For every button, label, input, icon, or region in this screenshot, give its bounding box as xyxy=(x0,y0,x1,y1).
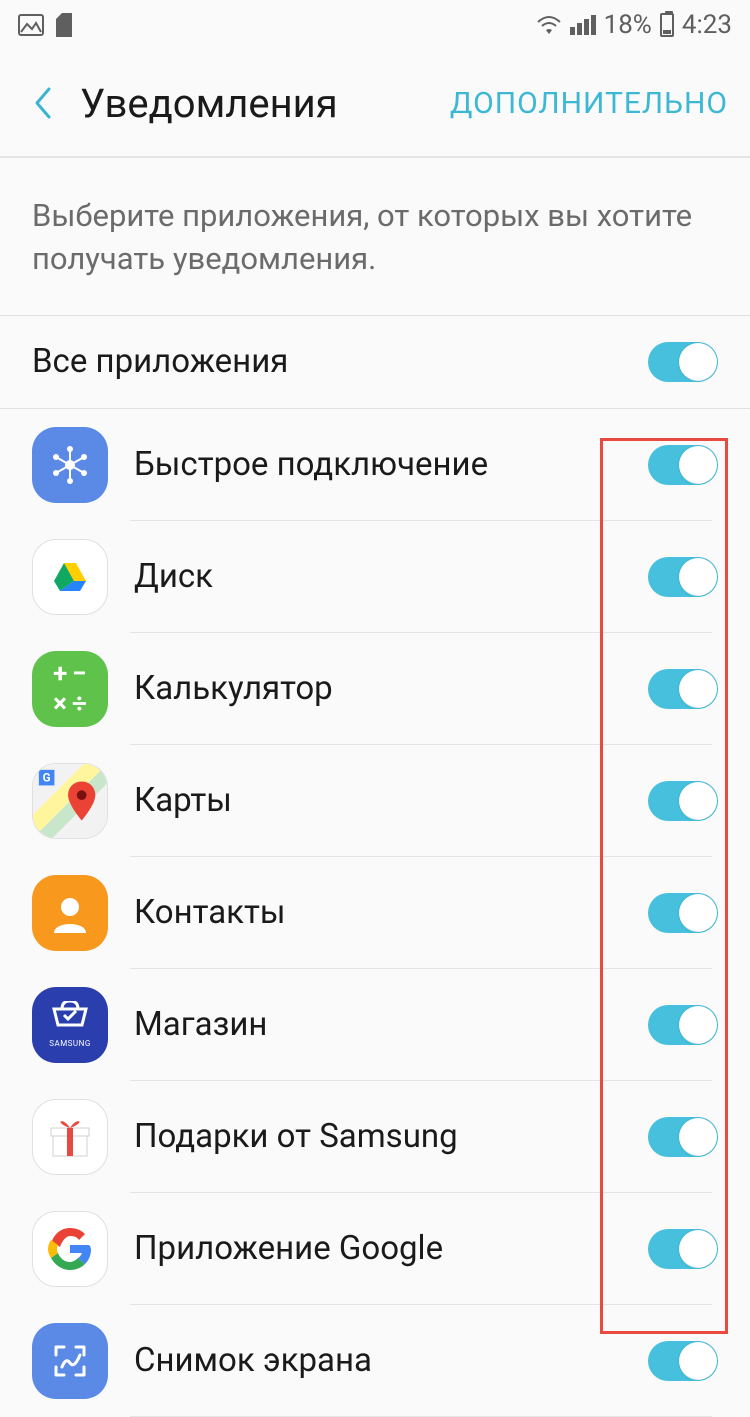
app-toggle[interactable] xyxy=(648,1005,718,1045)
wifi-icon xyxy=(536,14,562,36)
app-toggle[interactable] xyxy=(648,1341,718,1381)
app-row-calculator[interactable]: +−×÷ Калькулятор xyxy=(0,633,750,745)
app-row-gifts[interactable]: Подарки от Samsung xyxy=(0,1081,750,1193)
app-list: Быстрое подключение Диск +−×÷ Калькулято… xyxy=(0,409,750,1417)
status-time: 4:23 xyxy=(682,10,732,40)
battery-percentage: 18% xyxy=(604,10,652,40)
svg-text:G: G xyxy=(43,770,51,784)
drive-icon xyxy=(32,539,108,615)
app-label: Диск xyxy=(134,557,648,596)
app-toggle[interactable] xyxy=(648,781,718,821)
app-toggle[interactable] xyxy=(648,445,718,485)
battery-icon xyxy=(660,13,674,37)
all-apps-label: Все приложения xyxy=(32,342,648,381)
app-toggle[interactable] xyxy=(648,893,718,933)
description-text: Выберите приложения, от которых вы хотит… xyxy=(0,158,750,316)
app-row-maps[interactable]: G Карты xyxy=(0,745,750,857)
status-left xyxy=(18,13,74,37)
maps-icon: G xyxy=(32,763,108,839)
app-row-drive[interactable]: Диск xyxy=(0,521,750,633)
header-bar: Уведомления ДОПОЛНИТЕЛЬНО xyxy=(0,50,750,158)
more-action[interactable]: ДОПОЛНИТЕЛЬНО xyxy=(450,86,728,121)
samsung-label: SAMSUNG xyxy=(49,1039,91,1048)
app-toggle[interactable] xyxy=(648,557,718,597)
app-toggle[interactable] xyxy=(648,669,718,709)
page-title: Уведомления xyxy=(80,80,450,127)
app-label: Приложение Google xyxy=(134,1229,648,1268)
app-label: Калькулятор xyxy=(134,669,648,708)
app-label: Подарки от Samsung xyxy=(134,1117,648,1156)
app-toggle[interactable] xyxy=(648,1117,718,1157)
app-row-google[interactable]: Приложение Google xyxy=(0,1193,750,1305)
app-row-store[interactable]: SAMSUNG Магазин xyxy=(0,969,750,1081)
chevron-left-icon xyxy=(31,85,53,121)
app-row-screenshot[interactable]: Снимок экрана xyxy=(0,1305,750,1417)
calculator-icon: +−×÷ xyxy=(32,651,108,727)
app-label: Снимок экрана xyxy=(134,1341,648,1380)
all-apps-row[interactable]: Все приложения xyxy=(0,316,750,409)
status-bar: 18% 4:23 xyxy=(0,0,750,50)
status-right: 18% 4:23 xyxy=(536,10,732,40)
app-label: Контакты xyxy=(134,893,648,932)
quick-connect-icon xyxy=(32,427,108,503)
app-label: Карты xyxy=(134,781,648,820)
app-label: Быстрое подключение xyxy=(134,445,648,484)
app-toggle[interactable] xyxy=(648,1229,718,1269)
screenshot-icon xyxy=(32,1323,108,1399)
app-label: Магазин xyxy=(134,1005,648,1044)
app-row-quick-connect[interactable]: Быстрое подключение xyxy=(0,409,750,521)
image-icon xyxy=(18,14,44,36)
gifts-icon xyxy=(32,1099,108,1175)
contacts-icon xyxy=(32,875,108,951)
google-icon xyxy=(32,1211,108,1287)
all-apps-toggle[interactable] xyxy=(648,342,718,382)
signal-icon xyxy=(570,15,596,35)
store-icon: SAMSUNG xyxy=(32,987,108,1063)
app-row-contacts[interactable]: Контакты xyxy=(0,857,750,969)
sdcard-icon xyxy=(54,13,74,37)
back-button[interactable] xyxy=(22,83,62,123)
